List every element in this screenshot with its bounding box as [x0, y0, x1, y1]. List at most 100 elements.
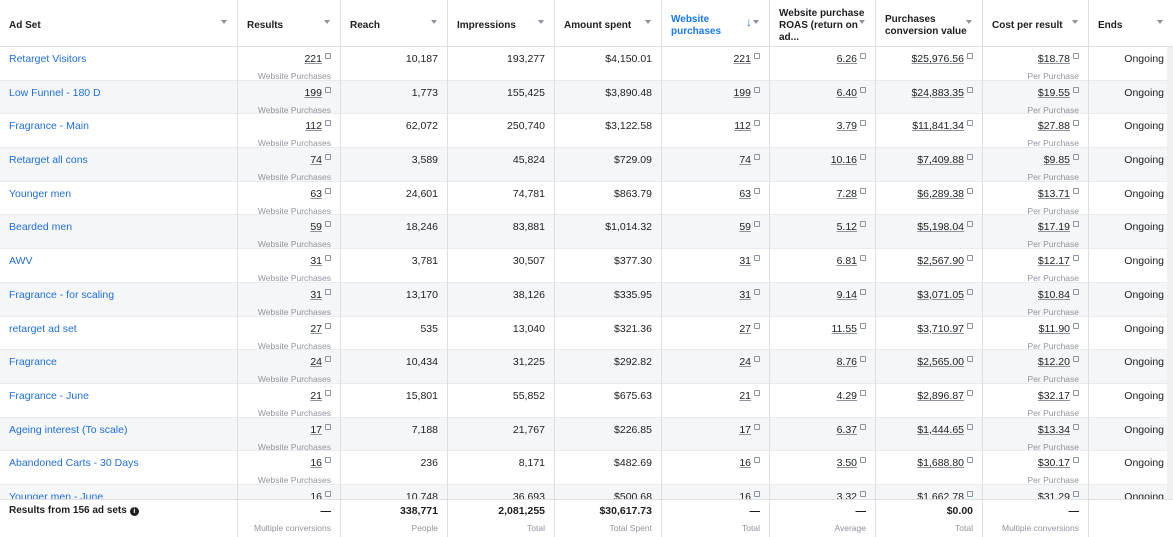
comparison-icon[interactable]	[967, 457, 973, 464]
roas-value[interactable]: 11.55	[832, 323, 858, 335]
results-value[interactable]: 16	[310, 457, 322, 469]
column-header-0[interactable]: Ad Set	[0, 0, 238, 47]
table-row[interactable]: Abandoned Carts - 30 Days 16 Website Purch…	[0, 451, 1173, 485]
vertical-scrollbar[interactable]	[1167, 47, 1173, 499]
comparison-icon[interactable]	[754, 255, 760, 262]
roas-value[interactable]: 3.79	[837, 120, 857, 132]
table-row[interactable]: Fragrance 24 Website Purchases 10,434 31,225…	[0, 350, 1173, 384]
comparison-icon[interactable]	[967, 120, 973, 127]
chevron-down-icon[interactable]	[324, 20, 330, 24]
conv-value-value[interactable]: $2,567.90	[917, 255, 964, 267]
results-value[interactable]: 16	[310, 491, 322, 499]
purchases-value[interactable]: 31	[739, 289, 751, 301]
table-row[interactable]: Fragrance - for scaling 31 Website Purchas…	[0, 282, 1173, 317]
ad-set-name-link[interactable]: Fragrance	[9, 356, 228, 368]
purchases-value[interactable]: 221	[733, 53, 751, 65]
ad-set-name-link[interactable]: Retarget all cons	[9, 154, 228, 166]
comparison-icon[interactable]	[967, 490, 973, 497]
chevron-down-icon[interactable]	[1072, 20, 1078, 24]
purchases-value[interactable]: 16	[739, 491, 751, 499]
comparison-icon[interactable]	[1073, 221, 1079, 228]
cpr-value[interactable]: $12.20	[1038, 356, 1070, 368]
column-header-5[interactable]: Website purchases ↓	[662, 0, 770, 47]
purchases-value[interactable]: 17	[739, 424, 751, 436]
roas-value[interactable]: 5.12	[837, 221, 857, 233]
table-row[interactable]: Ageing interest (To scale) 17 Website Purc…	[0, 417, 1173, 452]
conv-value-value[interactable]: $2,565.00	[917, 356, 964, 368]
comparison-icon[interactable]	[967, 356, 973, 363]
column-header-6[interactable]: Website purchase ROAS (return on ad...	[770, 0, 876, 47]
chevron-down-icon[interactable]	[859, 20, 865, 24]
comparison-icon[interactable]	[325, 86, 331, 93]
results-value[interactable]: 112	[305, 120, 322, 132]
chevron-down-icon[interactable]	[645, 20, 651, 24]
cpr-value[interactable]: $19.55	[1038, 87, 1070, 99]
comparison-icon[interactable]	[860, 356, 866, 363]
conv-value-value[interactable]: $2,896.87	[917, 390, 964, 402]
comparison-icon[interactable]	[860, 53, 866, 59]
roas-value[interactable]: 6.37	[837, 424, 857, 436]
conv-value-value[interactable]: $7,409.88	[917, 154, 964, 166]
table-row[interactable]: Younger men 63 Website Purchases 24,601 74,7…	[0, 181, 1173, 216]
conv-value-value[interactable]: $1,662.78	[917, 491, 964, 499]
roas-value[interactable]: 6.81	[837, 255, 857, 267]
ad-set-name-link[interactable]: Retarget Visitors	[9, 53, 228, 65]
column-header-3[interactable]: Impressions	[448, 0, 555, 47]
comparison-icon[interactable]	[967, 255, 973, 262]
ad-set-name-link[interactable]: Bearded men	[9, 221, 228, 233]
ad-set-name-link[interactable]: Younger men - June	[9, 491, 228, 499]
comparison-icon[interactable]	[1073, 322, 1079, 329]
results-value[interactable]: 31	[310, 289, 322, 301]
comparison-icon[interactable]	[754, 457, 760, 464]
comparison-icon[interactable]	[860, 187, 866, 194]
cpr-value[interactable]: $32.17	[1038, 390, 1070, 402]
comparison-icon[interactable]	[967, 322, 973, 329]
comparison-icon[interactable]	[325, 187, 331, 194]
purchases-value[interactable]: 31	[739, 255, 751, 267]
ad-set-name-link[interactable]: Younger men	[9, 188, 228, 200]
comparison-icon[interactable]	[754, 490, 760, 497]
comparison-icon[interactable]	[754, 322, 760, 329]
purchases-value[interactable]: 59	[739, 221, 751, 233]
comparison-icon[interactable]	[754, 356, 760, 363]
comparison-icon[interactable]	[1073, 457, 1079, 464]
comparison-icon[interactable]	[325, 356, 331, 363]
comparison-icon[interactable]	[325, 423, 331, 430]
cpr-value[interactable]: $9.85	[1044, 154, 1070, 166]
ad-set-name-link[interactable]: Fragrance - June	[9, 390, 228, 402]
table-row[interactable]: AWV 31 Website Purchases 3,781 30,507 $377.30…	[0, 249, 1173, 283]
table-row[interactable]: Retarget all cons 74 Website Purchases 3,58…	[0, 148, 1173, 182]
purchases-value[interactable]: 16	[739, 457, 751, 469]
comparison-icon[interactable]	[754, 187, 760, 194]
comparison-icon[interactable]	[860, 490, 866, 497]
comparison-icon[interactable]	[325, 53, 331, 59]
comparison-icon[interactable]	[860, 221, 866, 228]
comparison-icon[interactable]	[325, 322, 331, 329]
conv-value-value[interactable]: $25,976.56	[911, 53, 964, 65]
roas-value[interactable]: 8.76	[837, 356, 857, 368]
comparison-icon[interactable]	[325, 255, 331, 262]
comparison-icon[interactable]	[967, 154, 973, 161]
cpr-value[interactable]: $27.88	[1038, 120, 1070, 132]
comparison-icon[interactable]	[1073, 154, 1079, 161]
comparison-icon[interactable]	[967, 53, 973, 59]
comparison-icon[interactable]	[754, 423, 760, 430]
results-value[interactable]: 27	[310, 323, 322, 335]
column-header-8[interactable]: Cost per result	[983, 0, 1089, 47]
roas-value[interactable]: 3.32	[837, 491, 857, 499]
ad-set-name-link[interactable]: Fragrance - for scaling	[9, 289, 228, 301]
conv-value-value[interactable]: $3,071.05	[917, 289, 964, 301]
ad-set-name-link[interactable]: Fragrance - Main	[9, 120, 228, 132]
table-row[interactable]: Younger men - June 16Website Purchases 10,…	[0, 484, 1173, 499]
purchases-value[interactable]: 112	[734, 120, 751, 132]
comparison-icon[interactable]	[754, 120, 760, 127]
cpr-value[interactable]: $11.90	[1039, 323, 1070, 335]
comparison-icon[interactable]	[860, 86, 866, 93]
chevron-down-icon[interactable]	[966, 20, 972, 24]
roas-value[interactable]: 6.26	[837, 53, 857, 65]
cpr-value[interactable]: $10.84	[1038, 289, 1070, 301]
table-row[interactable]: Fragrance - Main 112 Website Purchases 62,0…	[0, 114, 1173, 148]
table-row[interactable]: Fragrance - June 21 Website Purchases 15,80…	[0, 383, 1173, 418]
conv-value-value[interactable]: $24,883.35	[911, 87, 964, 99]
table-row[interactable]: Bearded men 59 Website Purchases 18,246 83,8…	[0, 215, 1173, 249]
